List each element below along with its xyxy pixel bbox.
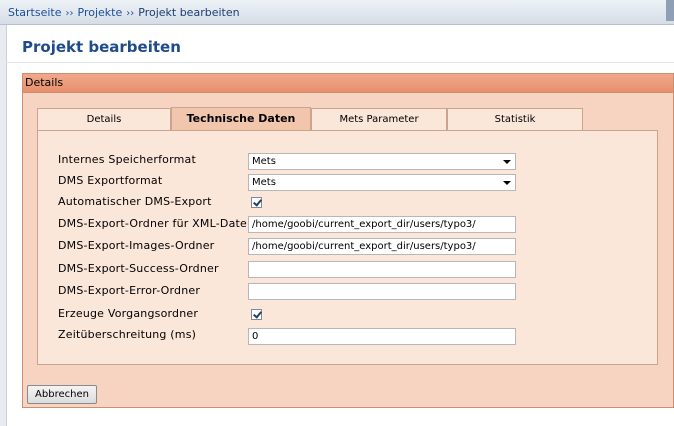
tab-content: Internes Speicherformat Mets DMS Exportf… [37, 130, 658, 365]
label-export-images-ordner: DMS-Export-Images-Ordner [58, 239, 215, 252]
internes-speicherformat-select[interactable]: Mets [248, 153, 516, 170]
breadcrumb-startseite[interactable]: Startseite [8, 6, 62, 19]
tab-technische-daten[interactable]: Technische Daten [171, 107, 311, 131]
export-ordner-xml-input[interactable]: /home/goobi/current_export_dir/users/typ… [248, 216, 516, 233]
details-panel: Details Details Technische Daten Mets Pa… [22, 73, 674, 408]
label-dms-exportformat: DMS Exportformat [58, 174, 163, 187]
label-zeitueberschreitung: Zeitüberschreitung (ms) [58, 328, 197, 341]
dms-exportformat-select[interactable]: Mets [248, 174, 516, 191]
breadcrumb-bar: Startseite ›› Projekte ›› Projekt bearbeiten [0, 0, 674, 25]
breadcrumb-separator: ›› [65, 8, 74, 19]
label-vorgangsordner: Erzeuge Vorgangsordner [58, 307, 199, 320]
breadcrumb-separator: ›› [126, 8, 135, 19]
page-title: Projekt bearbeiten [22, 38, 181, 56]
export-success-ordner-input[interactable] [248, 261, 516, 278]
vorgangsordner-checkbox[interactable] [251, 309, 262, 320]
automatischer-dms-export-checkbox[interactable] [251, 197, 262, 208]
label-export-success-ordner: DMS-Export-Success-Ordner [58, 262, 219, 275]
panel-header: Details [23, 74, 673, 93]
breadcrumb-projekte[interactable]: Projekte [78, 6, 123, 19]
label-automatischer-dms-export: Automatischer DMS-Export [58, 195, 212, 208]
export-images-ordner-input[interactable]: /home/goobi/current_export_dir/users/typ… [248, 238, 516, 255]
label-export-error-ordner: DMS-Export-Error-Ordner [58, 284, 201, 297]
cancel-button[interactable]: Abbrechen [27, 385, 97, 404]
tab-mets-parameter[interactable]: Mets Parameter [311, 108, 447, 130]
left-frame-edge [0, 25, 7, 426]
tab-statistik[interactable]: Statistik [447, 108, 583, 130]
label-export-ordner-xml: DMS-Export-Ordner für XML-Datei [58, 217, 251, 230]
tab-details[interactable]: Details [37, 108, 171, 130]
export-error-ordner-input[interactable] [248, 283, 516, 300]
breadcrumb-current: Projekt bearbeiten [138, 6, 240, 19]
breadcrumb: Startseite ›› Projekte ›› Projekt bearbeiten [8, 6, 240, 19]
label-internes-speicherformat: Internes Speicherformat [58, 153, 196, 166]
zeitueberschreitung-input[interactable]: 0 [248, 328, 516, 345]
title-divider [6, 62, 674, 63]
scrollbar-thumb[interactable] [666, 0, 674, 21]
